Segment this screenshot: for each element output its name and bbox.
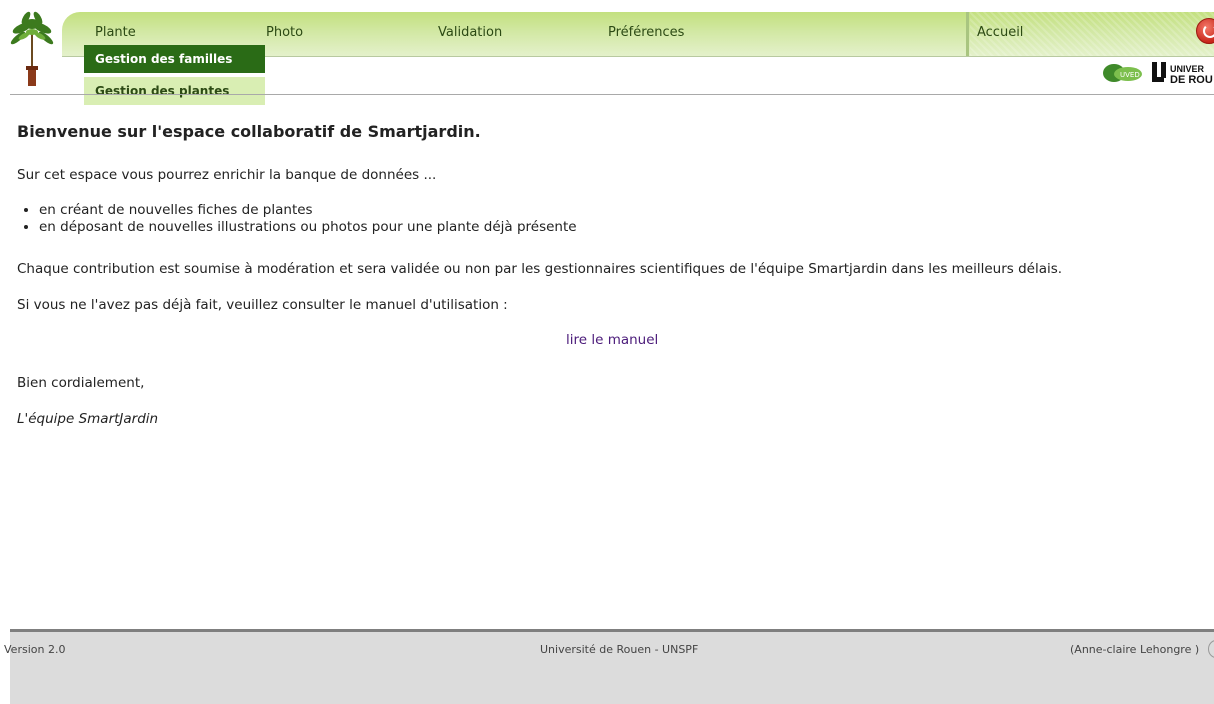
moderation-text: Chaque contribution est soumise à modéra… [17, 261, 1063, 277]
intro-text: Sur cet espace vous pourrez enrichir la … [17, 167, 437, 183]
main-content: Bienvenue sur l'espace collaboratif de S… [17, 122, 1207, 427]
version-label: Version 2.0 [4, 643, 66, 656]
universite-rouen-logo[interactable]: UNIVER DE ROU [1150, 58, 1214, 88]
uved-logo-text: UVED [1120, 71, 1140, 79]
nav-accueil[interactable]: Accueil [977, 25, 1023, 40]
univ-logo-line2: DE ROU [1170, 74, 1213, 86]
manual-link[interactable]: lire le manuel [566, 332, 658, 348]
footer: Version 2.0 Université de Rouen - UNSPF … [4, 629, 1214, 704]
plante-dropdown-menu: Gestion des familles Gestion des plantes [84, 45, 265, 105]
uved-logo[interactable]: UVED [1100, 60, 1144, 84]
page-title: Bienvenue sur l'espace collaboratif de S… [17, 122, 481, 141]
nav-preferences[interactable]: Préférences [608, 25, 684, 40]
nav-plante[interactable]: Plante [95, 25, 136, 40]
univ-logo-line1: UNIVER [1170, 64, 1205, 74]
nav-photo[interactable]: Photo [266, 25, 303, 40]
regards-text: Bien cordialement, [17, 375, 145, 391]
plant-logo-icon[interactable] [10, 10, 54, 90]
signature-text: L'équipe SmartJardin [17, 411, 159, 427]
list-item: en créant de nouvelles fiches de plantes [39, 202, 577, 219]
user-label[interactable]: (Anne-claire Lehongre ) [1070, 643, 1199, 656]
menu-item-gestion-familles[interactable]: Gestion des familles [84, 45, 265, 73]
contribution-list: en créant de nouvelles fiches de plantes… [17, 202, 577, 236]
header-divider [10, 94, 1214, 95]
menu-item-gestion-plantes[interactable]: Gestion des plantes [84, 77, 265, 105]
university-label: Université de Rouen - UNSPF [540, 643, 699, 656]
list-item: en déposant de nouvelles illustrations o… [39, 219, 577, 236]
nav-divider [966, 12, 969, 56]
consult-text: Si vous ne l'avez pas déjà fait, veuille… [17, 297, 508, 313]
user-status-icon[interactable] [1208, 640, 1214, 658]
nav-validation[interactable]: Validation [438, 25, 502, 40]
